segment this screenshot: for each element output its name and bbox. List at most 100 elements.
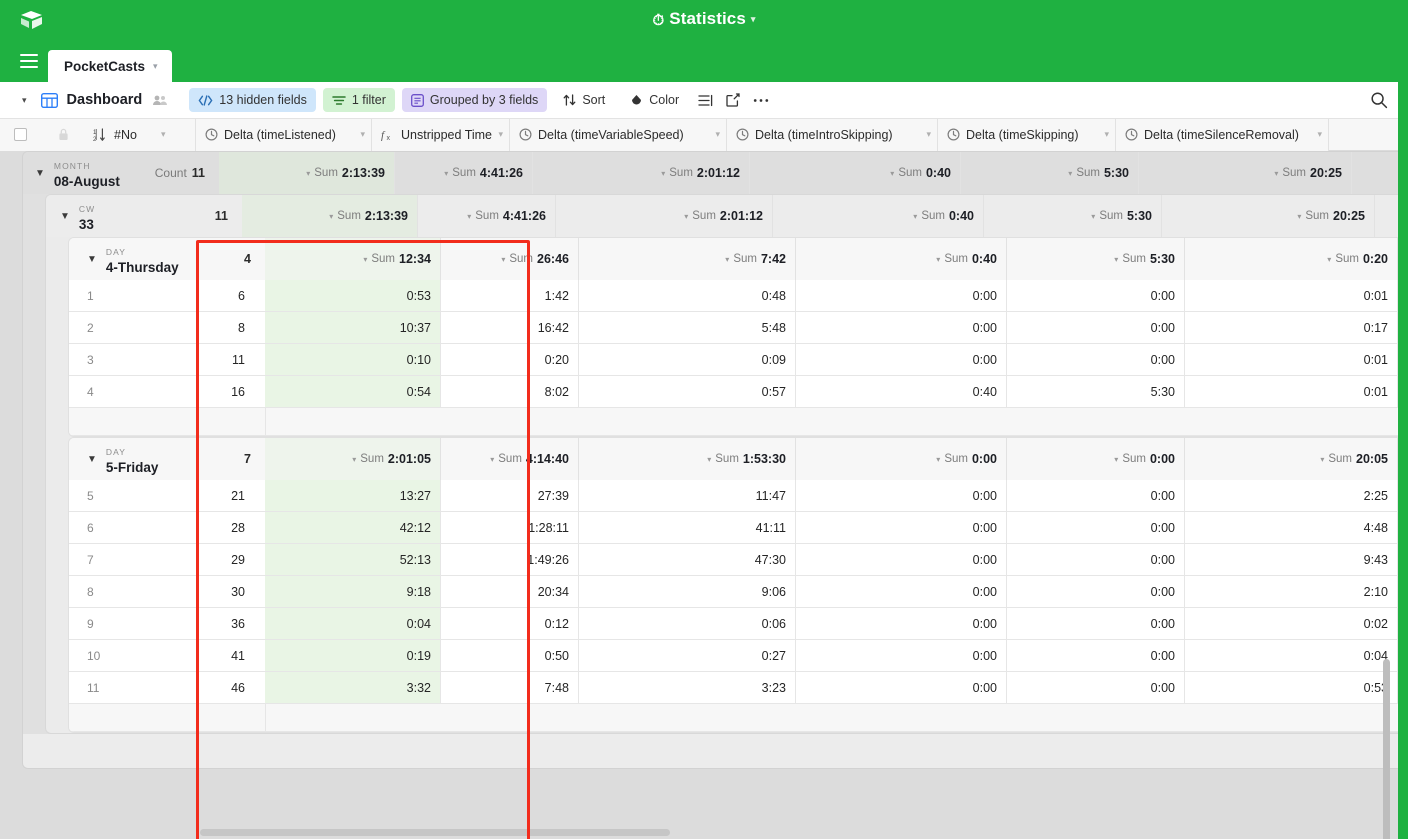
group-summary-cell[interactable]: ▾ Sum 2:13:39 <box>242 195 418 237</box>
chip-color[interactable]: Color <box>621 88 688 112</box>
chevron-down-icon[interactable]: ▾ <box>1114 455 1118 464</box>
group-summary-cell[interactable]: ▾ Sum 0:20 <box>1185 238 1398 280</box>
table-row[interactable]: 5 21 13:27 27:39 11:47 0:00 0:00 2:25 <box>69 480 1398 512</box>
table-cell[interactable]: 4:48 <box>1185 512 1398 544</box>
table-cell[interactable]: 0:00 <box>1007 640 1185 672</box>
group-summary-cell[interactable]: ▾ Sum 0:40 <box>750 152 961 194</box>
chevron-down-icon[interactable]: ▾ <box>715 129 720 140</box>
table-cell[interactable]: 0:00 <box>796 512 1007 544</box>
table-cell[interactable]: 0:00 <box>796 640 1007 672</box>
table-cell[interactable]: 16:42 <box>441 312 579 344</box>
table-cell[interactable]: 0:04 <box>1185 640 1398 672</box>
group-summary-cell[interactable]: ▾ Sum 4:14:40 <box>441 438 579 480</box>
table-cell[interactable]: 0:01 <box>1185 344 1398 376</box>
search-icon[interactable] <box>1370 91 1388 109</box>
tab-pocketcasts[interactable]: PocketCasts ▾ <box>48 50 172 82</box>
group-label[interactable]: ▼ DAY 4-Thursday 4 <box>69 238 265 280</box>
row-primary-cell[interactable]: 16 <box>69 280 265 312</box>
group-summary-cell[interactable]: ▾ Sum 2:13:39 <box>219 152 395 194</box>
group-summary-cell[interactable]: ▾ Sum 0:00 <box>796 438 1007 480</box>
table-cell[interactable]: 0:20 <box>441 344 579 376</box>
table-cell[interactable]: 2:25 <box>1185 480 1398 512</box>
collapse-triangle-icon[interactable]: ▼ <box>87 454 97 465</box>
sidebar-toggle-caret-icon[interactable]: ▾ <box>22 95 27 106</box>
table-cell[interactable]: 3:32 <box>265 672 441 704</box>
table-cell[interactable]: 0:00 <box>1007 512 1185 544</box>
group-summary-cell[interactable]: ▾ Sum 2:01:12 <box>533 152 750 194</box>
table-row[interactable]: 4 16 0:54 8:02 0:57 0:40 5:30 0:01 <box>69 376 1398 408</box>
row-primary-cell[interactable]: 4 16 <box>69 376 265 408</box>
grid-body[interactable]: ▼ MONTH 08-August Count 11 ▾ Sum 2:13:39 ▾ Sum 4:4… <box>0 151 1398 839</box>
sort-1-2-icon[interactable]: 1 2 <box>93 127 108 142</box>
row-primary-cell[interactable]: 28 <box>69 312 265 344</box>
group-summary-cell[interactable]: ▾ Sum 5:30 <box>1007 238 1185 280</box>
table-cell[interactable]: 3:23 <box>579 672 796 704</box>
chevron-down-icon[interactable]: ▾ <box>661 169 665 178</box>
chevron-down-icon[interactable]: ▾ <box>360 129 365 140</box>
column-header-1[interactable]: Delta (timeListened) ▾ <box>196 119 372 151</box>
chip-group[interactable]: Grouped by 3 fields <box>401 88 548 112</box>
table-cell[interactable]: 5:30 <box>1007 376 1185 408</box>
chevron-down-icon[interactable]: ▾ <box>1274 169 1278 178</box>
chevron-down-icon[interactable]: ▾ <box>501 255 505 264</box>
row-primary-cell[interactable]: 6 28 <box>69 512 265 544</box>
table-cell[interactable]: 0:50 <box>441 640 579 672</box>
table-cell[interactable]: 0:09 <box>579 344 796 376</box>
row-primary-cell[interactable]: 8 30 <box>69 576 265 608</box>
column-header-5[interactable]: Delta (timeSkipping) ▾ <box>938 119 1116 151</box>
table-cell[interactable]: 0:00 <box>796 344 1007 376</box>
chevron-down-icon[interactable]: ▾ <box>1068 169 1072 178</box>
chevron-down-icon[interactable]: ▾ <box>1317 129 1322 140</box>
table-cell[interactable]: 0:04 <box>265 608 441 640</box>
row-primary-cell[interactable]: 9 36 <box>69 608 265 640</box>
column-header-2[interactable]: f x Unstripped Time ▾ <box>372 119 510 151</box>
chevron-down-icon[interactable]: ▾ <box>1114 255 1118 264</box>
collapse-triangle-icon[interactable]: ▼ <box>60 211 70 222</box>
group-summary-cell[interactable]: ▾ Sum 0:40 <box>796 238 1007 280</box>
group-summary-cell[interactable]: ▾ Sum 7:42 <box>579 238 796 280</box>
group-summary-cell[interactable]: ▾ Sum 5:30 <box>961 152 1139 194</box>
table-cell[interactable]: 13:27 <box>265 480 441 512</box>
group-label[interactable]: ▼ MONTH 08-August Count 11 <box>23 152 219 194</box>
group-summary-cell[interactable]: ▾ Sum 26:46 <box>441 238 579 280</box>
table-cell[interactable]: 0:48 <box>579 280 796 312</box>
table-cell[interactable]: 0:57 <box>579 376 796 408</box>
collapse-triangle-icon[interactable]: ▼ <box>87 254 97 265</box>
table-cell[interactable]: 41:11 <box>579 512 796 544</box>
table-cell[interactable]: 0:00 <box>1007 344 1185 376</box>
chevron-down-icon[interactable]: ▾ <box>707 455 711 464</box>
table-cell[interactable]: 0:12 <box>441 608 579 640</box>
group-summary-cell[interactable]: ▾ Sum 5:30 <box>984 195 1162 237</box>
table-row[interactable]: 7 29 52:13 1:49:26 47:30 0:00 0:00 9:43 <box>69 544 1398 576</box>
table-cell[interactable]: 0:00 <box>796 544 1007 576</box>
table-cell[interactable]: 9:18 <box>265 576 441 608</box>
table-cell[interactable]: 0:00 <box>1007 576 1185 608</box>
table-cell[interactable]: 0:00 <box>1007 608 1185 640</box>
table-cell[interactable]: 2:10 <box>1185 576 1398 608</box>
table-cell[interactable]: 9:06 <box>579 576 796 608</box>
group-header-row[interactable]: ▼ DAY 4-Thursday 4 ▾ Sum 12:34 ▾ Sum 26:46 ▾ Sum 7:4… <box>69 238 1398 280</box>
table-cell[interactable]: 11:47 <box>579 480 796 512</box>
table-cell[interactable]: 0:00 <box>796 280 1007 312</box>
collapse-triangle-icon[interactable]: ▼ <box>35 168 45 179</box>
group-label[interactable]: ▼ DAY 5-Friday 7 <box>69 438 265 480</box>
select-all-checkbox[interactable] <box>14 128 27 141</box>
table-row[interactable]: 3 11 0:10 0:20 0:09 0:00 0:00 0:01 <box>69 344 1398 376</box>
table-cell[interactable]: 0:19 <box>265 640 441 672</box>
chevron-down-icon[interactable]: ▾ <box>913 212 917 221</box>
chevron-down-icon[interactable]: ▾ <box>751 14 756 24</box>
chevron-down-icon[interactable]: ▾ <box>1104 129 1109 140</box>
table-cell[interactable]: 0:00 <box>1007 544 1185 576</box>
table-row[interactable]: 6 28 42:12 1:28:11 41:11 0:00 0:00 4:48 <box>69 512 1398 544</box>
table-cell[interactable]: 0:01 <box>1185 280 1398 312</box>
group-summary-cell[interactable]: ▾ Sum 4:41:26 <box>395 152 533 194</box>
table-row[interactable]: 9 36 0:04 0:12 0:06 0:00 0:00 0:02 <box>69 608 1398 640</box>
chevron-down-icon[interactable]: ▾ <box>352 455 356 464</box>
chip-filter[interactable]: 1 filter <box>322 88 395 112</box>
table-cell[interactable]: 0:00 <box>796 608 1007 640</box>
chevron-down-icon[interactable]: ▾ <box>1320 455 1324 464</box>
chevron-down-icon[interactable]: ▾ <box>1297 212 1301 221</box>
column-header-6[interactable]: Delta (timeSilenceRemoval) ▾ <box>1116 119 1329 151</box>
group-summary-cell[interactable]: ▾ Sum 12:34 <box>265 238 441 280</box>
chevron-down-icon[interactable]: ▾ <box>684 212 688 221</box>
